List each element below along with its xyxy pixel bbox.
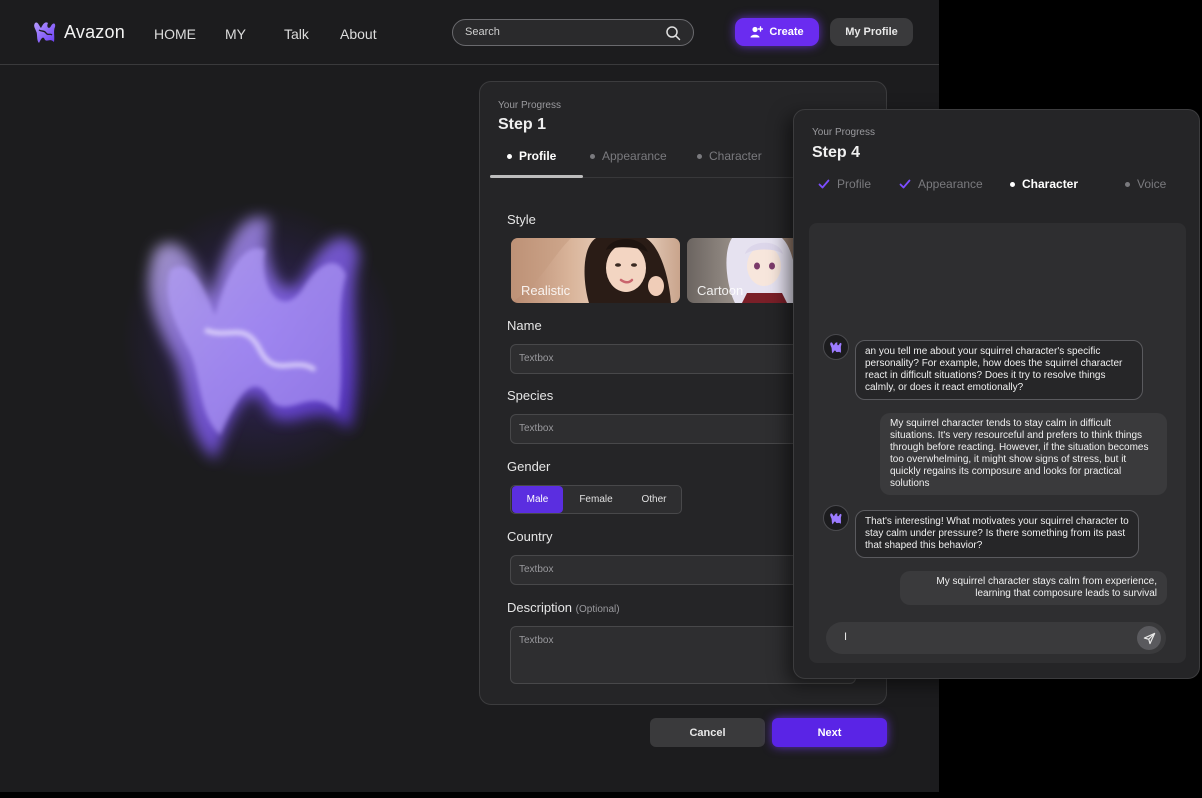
chat-input-value: I xyxy=(844,631,848,643)
species-field-value: Textbox xyxy=(519,423,554,434)
next-button[interactable]: Next xyxy=(772,718,887,747)
style-realistic-card[interactable]: Realistic xyxy=(511,238,680,303)
tab-dot xyxy=(1010,181,1015,187)
description-label: Description (Optional) xyxy=(507,600,620,615)
tab-label: Appearance xyxy=(602,149,667,163)
tab-dot xyxy=(507,153,512,159)
tab-label: Appearance xyxy=(918,177,983,191)
hero-logo xyxy=(110,180,410,510)
tab-voice[interactable]: Voice xyxy=(1125,177,1166,191)
progress-label: Your Progress xyxy=(498,100,561,111)
brand[interactable]: Avazon xyxy=(32,18,125,46)
progress-label: Your Progress xyxy=(812,127,875,138)
name-field-value: Textbox xyxy=(519,353,554,364)
bot-avatar xyxy=(823,334,849,360)
nav-about[interactable]: About xyxy=(340,26,377,42)
tab-appearance[interactable]: Appearance xyxy=(899,177,983,191)
bot-message: That's interesting! What motivates your … xyxy=(855,510,1139,558)
nav-home[interactable]: HOME xyxy=(154,26,196,42)
hero-logo-icon xyxy=(148,217,360,460)
species-label: Species xyxy=(507,388,554,403)
checkmark-icon xyxy=(818,179,830,189)
tab-character[interactable]: Character xyxy=(697,149,762,163)
checkmark-icon xyxy=(899,179,911,189)
avazon-logo-icon xyxy=(830,341,842,353)
optional-hint: (Optional) xyxy=(575,604,620,615)
search-placeholder: Search xyxy=(465,26,500,38)
active-tab-indicator xyxy=(490,175,583,178)
gender-selector: Male Female Other xyxy=(510,485,682,514)
send-button[interactable] xyxy=(1137,626,1161,650)
tab-label: Profile xyxy=(837,177,872,191)
chat-input[interactable]: I xyxy=(826,622,1166,654)
user-message: My squirrel character stays calm from ex… xyxy=(900,571,1167,605)
avazon-logo-icon xyxy=(830,512,842,524)
style-label: Style xyxy=(507,212,536,227)
style-realistic-label: Realistic xyxy=(521,283,571,298)
tab-label: Character xyxy=(709,149,762,163)
brand-name: Avazon xyxy=(64,21,125,42)
tab-appearance[interactable]: Appearance xyxy=(590,149,667,163)
tab-dot xyxy=(590,153,595,159)
tab-dot xyxy=(1125,181,1130,187)
send-icon xyxy=(1143,632,1155,644)
search-input[interactable]: Search xyxy=(452,19,694,46)
user-message: My squirrel character tends to stay calm… xyxy=(880,413,1167,495)
country-field-value: Textbox xyxy=(519,564,554,575)
nav-talk[interactable]: Talk xyxy=(284,26,309,42)
gender-other-option[interactable]: Other xyxy=(627,486,681,513)
my-profile-button[interactable]: My Profile xyxy=(830,18,913,46)
tab-label: Profile xyxy=(519,149,557,163)
create-button[interactable]: Create xyxy=(735,18,819,46)
step4-card: Your Progress Step 4 Profile Appearance … xyxy=(793,109,1200,679)
style-cartoon-card[interactable]: Cartoon xyxy=(687,238,807,303)
name-label: Name xyxy=(507,318,542,333)
tab-dot xyxy=(697,153,702,159)
nav-my[interactable]: MY xyxy=(225,26,246,42)
tab-label: Voice xyxy=(1137,177,1167,191)
description-field-value: Textbox xyxy=(519,635,554,646)
gender-label: Gender xyxy=(507,459,551,474)
gender-male-option[interactable]: Male xyxy=(512,486,563,513)
create-label: Create xyxy=(769,26,804,38)
tab-profile[interactable]: Profile xyxy=(507,149,556,163)
country-label: Country xyxy=(507,529,553,544)
step-title: Step 1 xyxy=(498,116,547,133)
step-title: Step 4 xyxy=(812,144,861,161)
gender-female-option[interactable]: Female xyxy=(569,486,623,513)
tab-profile[interactable]: Profile xyxy=(818,177,871,191)
avazon-logo-icon xyxy=(34,22,56,43)
top-navigation: Avazon HOME MY Talk About Search Create … xyxy=(0,0,939,65)
tab-character[interactable]: Character xyxy=(1010,177,1078,191)
tab-label: Character xyxy=(1022,177,1079,191)
chat-panel: an you tell me about your squirrel chara… xyxy=(809,223,1186,663)
bot-avatar xyxy=(823,505,849,531)
description-label-text: Description xyxy=(507,600,573,615)
add-user-icon xyxy=(750,26,764,38)
style-cartoon-label: Cartoon xyxy=(697,283,744,298)
search-icon[interactable] xyxy=(665,25,681,41)
cancel-button[interactable]: Cancel xyxy=(650,718,765,747)
bot-message: an you tell me about your squirrel chara… xyxy=(855,340,1143,400)
